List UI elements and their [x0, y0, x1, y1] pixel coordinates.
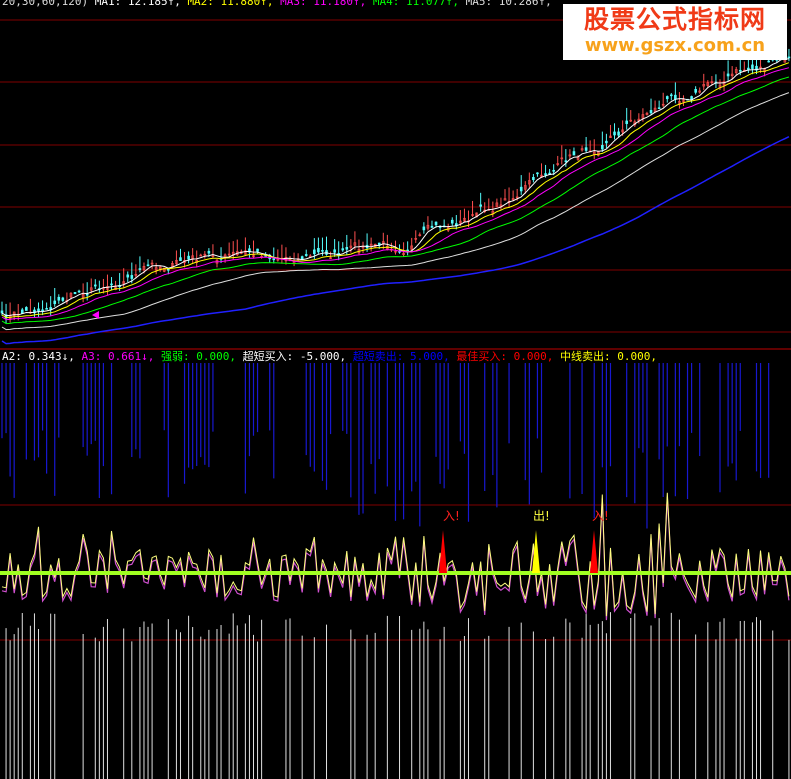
candle-body: [605, 140, 608, 144]
candle-body: [552, 169, 555, 172]
candle-body: [430, 225, 434, 228]
legend-item: 20,30,60,120): [2, 0, 95, 8]
candle-body: [649, 110, 653, 114]
signal-buy-label: 入!: [443, 509, 460, 523]
candle-body: [146, 264, 150, 267]
legend-item: MA1: 12.185↑,: [94, 0, 188, 8]
candle-body: [313, 249, 316, 255]
legend-item: 中线卖出: 0.000,: [560, 350, 658, 363]
signal-spike: [590, 530, 598, 573]
candle-body: [564, 160, 568, 163]
candle-body: [738, 69, 742, 72]
legend-item: A2: 0.343↓,: [2, 350, 82, 363]
legend-item: MA2: 11.880↑,: [187, 0, 281, 8]
candle-body: [601, 145, 604, 150]
candle-body: [41, 309, 44, 312]
candle-body: [333, 249, 336, 253]
candle-body: [694, 89, 697, 93]
candle-body: [747, 67, 750, 70]
candle-body: [0, 310, 4, 314]
candle-body: [787, 56, 791, 59]
candle-body: [317, 247, 320, 253]
candle-body: [341, 248, 345, 251]
candle-body: [450, 219, 454, 224]
candle-body: [422, 226, 426, 231]
watermark-url: www.gszx.com.cn: [584, 35, 766, 56]
stock-chart[interactable]: [0, 0, 791, 779]
watermark-logo: 股票公式指标网 www.gszx.com.cn: [563, 4, 787, 60]
candle-body: [670, 94, 673, 97]
legend-item: 超短买入: -5.000,: [242, 350, 353, 363]
candle-body: [45, 308, 48, 310]
candle-body: [536, 172, 539, 175]
legend-item: 强弱: 0.000,: [160, 350, 243, 363]
candle-body: [726, 73, 730, 77]
candle-body: [20, 309, 24, 314]
legend-item: 最佳买入: 0.000,: [456, 350, 561, 363]
candle-body: [167, 269, 170, 271]
moving-average-line: [1, 136, 790, 345]
candle-body: [73, 292, 77, 295]
candle-body: [519, 186, 523, 192]
candle-body: [479, 204, 482, 207]
candle-body: [187, 255, 190, 260]
candle-body: [665, 96, 669, 100]
candle-body: [345, 246, 349, 250]
watermark-title: 股票公式指标网: [583, 5, 766, 34]
candle-body: [130, 275, 134, 279]
candle-body: [207, 250, 211, 254]
moving-average-line: [1, 92, 790, 331]
candle-body: [613, 131, 616, 136]
candle-body: [110, 283, 113, 286]
candle-body: [625, 120, 628, 124]
candle-body: [321, 249, 324, 252]
legend-item: MA4: 11.077↑,: [372, 0, 466, 8]
candle-body: [256, 248, 259, 252]
candle-body: [434, 221, 438, 226]
legend-item: MA5: 10.286↑,: [465, 0, 552, 8]
candle-body: [751, 64, 754, 69]
candle-body: [85, 293, 89, 296]
candle-body: [138, 268, 142, 270]
candle-body: [304, 254, 308, 256]
candle-body: [544, 173, 547, 176]
candle-body: [61, 297, 65, 301]
candle-body: [25, 307, 28, 311]
main-legend: 20,30,60,120) MA1: 12.185↑, MA2: 11.880↑…: [2, 0, 552, 8]
candle-body: [657, 107, 661, 110]
candle-body: [179, 257, 182, 261]
candle-body: [93, 284, 97, 287]
legend-item: A3: 0.661↓,: [81, 350, 161, 363]
candle-body: [584, 147, 588, 151]
candle-body: [617, 131, 620, 136]
marker-triangle: [92, 311, 99, 319]
legend-item: 超短卖出: 5.000,: [352, 350, 457, 363]
candle-body: [37, 308, 40, 312]
candle-body: [77, 290, 81, 293]
signal-buy-label: 入!: [592, 509, 609, 523]
legend-item: MA3: 11.180↑,: [280, 0, 373, 8]
candle-body: [767, 60, 770, 63]
candle-body: [53, 300, 57, 305]
candle-body: [272, 258, 276, 261]
candle-body: [532, 177, 535, 181]
signal-sell-label: 出!: [533, 509, 550, 523]
candle-body: [572, 151, 576, 156]
candle-body: [674, 94, 677, 100]
signal-spike: [439, 530, 447, 573]
candle-body: [126, 274, 130, 278]
candle-body: [57, 296, 61, 301]
indicator-legend: A2: 0.343↓, A3: 0.661↓, 强弱: 0.000, 超短买入:…: [2, 350, 657, 363]
